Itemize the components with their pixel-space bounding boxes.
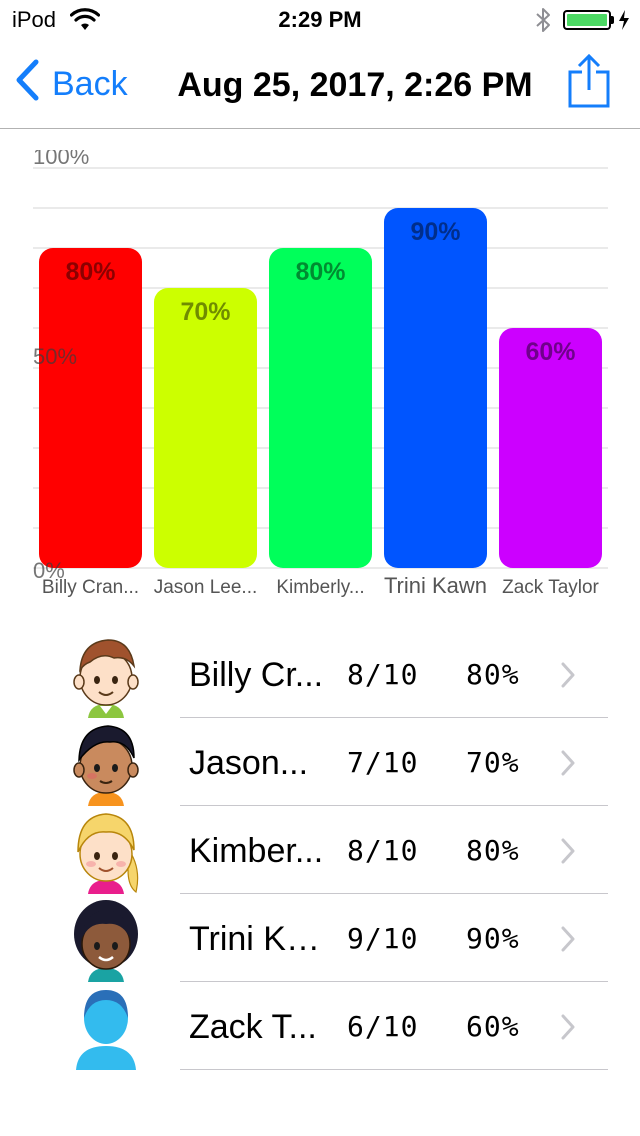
- student-percent: 80%: [466, 834, 520, 867]
- avatar: [66, 982, 146, 1070]
- student-name: Kimber...: [189, 832, 324, 870]
- chevron-right-icon: [560, 926, 576, 957]
- status-bar: iPod 2:29 PM: [0, 0, 640, 40]
- chart-canvas: 80%Billy Cran...70%Jason Lee...80%Kimber…: [33, 150, 608, 598]
- student-percent: 90%: [466, 922, 520, 955]
- navigation-bar: Back Aug 25, 2017, 2:26 PM: [0, 40, 640, 129]
- student-score: 9/10: [347, 922, 419, 955]
- battery-icon: [563, 10, 611, 30]
- girl-blonde-hair-avatar-icon: [77, 813, 139, 894]
- student-name: Zack T...: [189, 1008, 317, 1046]
- chevron-right-icon: [560, 662, 576, 693]
- avatar: [66, 806, 146, 894]
- x-tick-label: Trini Kawn: [384, 573, 487, 598]
- results-bar-chart: 80% Billy Cran... 70% Jason Lee... 80% Kimber…: [0, 150, 640, 610]
- list-item[interactable]: Trini Ka... 9/10 90%: [0, 894, 640, 982]
- y-tick-label: 50%: [33, 344, 77, 369]
- list-item[interactable]: Zack T... 6/10 60%: [0, 982, 640, 1070]
- student-percent: 80%: [466, 658, 520, 691]
- bar-value-label: 60%: [525, 338, 575, 366]
- list-item[interactable]: Jason... 7/10 70%: [0, 718, 640, 806]
- y-tick-label: 0%: [33, 558, 65, 583]
- chevron-left-icon: [14, 59, 40, 110]
- avatar: [66, 718, 146, 806]
- student-name: Jason...: [189, 744, 309, 782]
- student-score: 7/10: [347, 746, 419, 779]
- bar-value-label: 80%: [65, 258, 115, 286]
- page-title: Aug 25, 2017, 2:26 PM: [177, 66, 533, 104]
- avatar: [66, 630, 146, 718]
- battery-level: [567, 14, 607, 26]
- chart-bar: [269, 248, 372, 568]
- battery-cap: [611, 16, 614, 24]
- student-name: Trini Ka...: [189, 920, 329, 958]
- bar-value-label: 80%: [295, 258, 345, 286]
- list-item[interactable]: Kimber... 8/10 80%: [0, 806, 640, 894]
- share-button[interactable]: [566, 53, 612, 115]
- student-percent: 70%: [466, 746, 520, 779]
- x-tick-label: Jason Lee...: [154, 577, 258, 598]
- default-person-avatar-icon: [76, 990, 136, 1070]
- bar-value-label: 90%: [410, 218, 460, 246]
- student-percent: 60%: [466, 1010, 520, 1043]
- student-name: Billy Cr...: [189, 656, 324, 694]
- chevron-right-icon: [560, 1014, 576, 1045]
- boy-brown-hair-avatar-icon: [73, 639, 139, 718]
- avatar: [66, 894, 146, 982]
- chart-bar: [39, 248, 142, 568]
- chevron-right-icon: [560, 750, 576, 781]
- student-score: 6/10: [347, 1010, 419, 1043]
- boy-black-hair-avatar-icon: [73, 725, 139, 806]
- chart-bar: [154, 288, 257, 568]
- share-icon: [566, 53, 612, 114]
- student-score: 8/10: [347, 834, 419, 867]
- row-divider: [180, 1069, 608, 1070]
- x-tick-label: Zack Taylor: [502, 577, 599, 598]
- back-label: Back: [52, 64, 128, 103]
- bar-value-label: 70%: [180, 298, 230, 326]
- list-item[interactable]: Billy Cr... 8/10 80%: [0, 630, 640, 718]
- student-score: 8/10: [347, 658, 419, 691]
- charging-icon: [617, 9, 631, 36]
- back-button[interactable]: Back: [14, 59, 128, 106]
- chevron-right-icon: [560, 838, 576, 869]
- girl-dark-hair-avatar-icon: [74, 900, 138, 982]
- chart-bar: [384, 208, 487, 568]
- y-tick-label: 100%: [33, 150, 89, 169]
- x-tick-label: Kimberly...: [276, 577, 364, 598]
- bluetooth-icon: [534, 6, 552, 39]
